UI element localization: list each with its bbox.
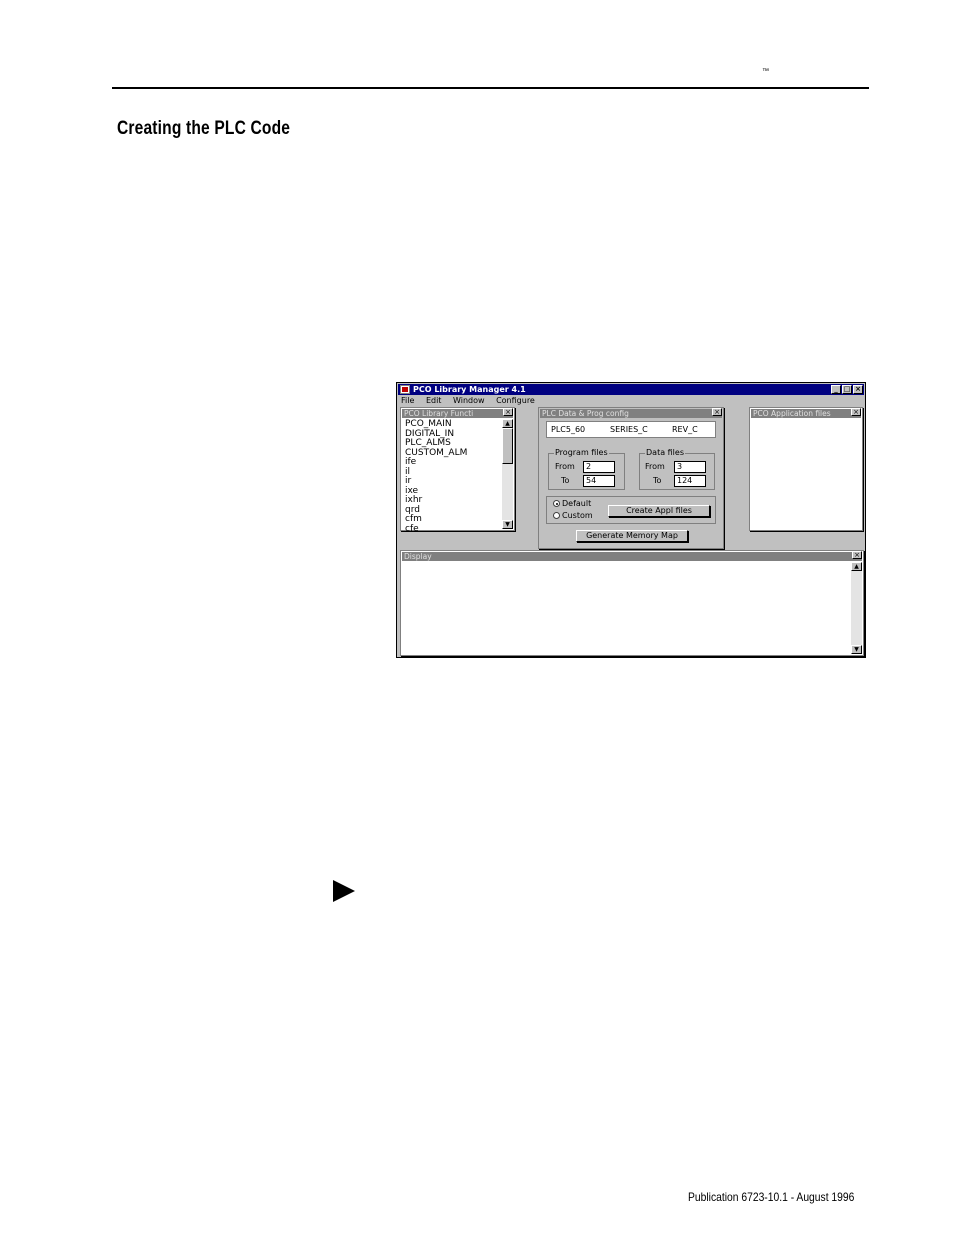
menu-edit[interactable]: Edit: [426, 396, 442, 405]
app-icon[interactable]: [400, 385, 410, 394]
radio-default[interactable]: Default: [553, 499, 591, 509]
app-files-close-icon[interactable]: ×: [851, 408, 861, 416]
program-files-group: Program files From 2 To 54: [548, 448, 625, 490]
display-scrollbar[interactable]: ▲ ▼: [851, 562, 862, 654]
program-to-field[interactable]: 54: [583, 475, 615, 487]
program-from-label: From: [555, 462, 575, 471]
scroll-up-icon[interactable]: ▲: [851, 562, 862, 571]
plc-model: PLC5_60: [551, 425, 586, 434]
list-item[interactable]: CUSTOM_ALM: [405, 448, 501, 459]
data-files-legend: Data files: [645, 448, 685, 458]
display-close-icon[interactable]: ×: [852, 551, 862, 559]
program-to-label: To: [561, 476, 570, 485]
close-icon[interactable]: ×: [853, 385, 863, 394]
menu-window[interactable]: Window: [453, 396, 485, 405]
create-appl-files-button[interactable]: Create Appl files: [608, 505, 710, 517]
app-files-panel-title: PCO Application files: [751, 409, 861, 418]
scroll-up-icon[interactable]: ▲: [502, 419, 513, 428]
data-to-label: To: [653, 476, 662, 485]
section-title: Creating the PLC Code: [117, 118, 291, 139]
radio-custom[interactable]: Custom: [553, 511, 593, 521]
header-rule: [112, 87, 869, 89]
radio-empty-icon: [553, 512, 560, 519]
plc-info-row: PLC5_60 SERIES_C REV_C: [546, 421, 716, 438]
data-to-field[interactable]: 124: [674, 475, 706, 487]
maximize-icon[interactable]: □: [842, 385, 852, 394]
data-from-label: From: [645, 462, 665, 471]
library-panel-title: PCO Library Functi: [402, 409, 513, 418]
generate-memory-map-button[interactable]: Generate Memory Map: [576, 530, 688, 542]
data-files-group: Data files From 3 To 124: [639, 448, 715, 490]
data-from-field[interactable]: 3: [674, 461, 706, 473]
config-close-icon[interactable]: ×: [712, 408, 722, 416]
library-panel: PCO Library Functi × PCO_MAIN DIGITAL_IN…: [400, 407, 515, 535]
publication-footer: Publication 6723-10.1 - August 1996: [688, 1190, 855, 1204]
app-title-bar[interactable]: PCO Library Manager 4.1 _ □ ×: [398, 384, 864, 395]
menu-file[interactable]: File: [401, 396, 414, 405]
scroll-down-icon[interactable]: ▼: [851, 645, 862, 654]
app-title: PCO Library Manager 4.1: [413, 385, 526, 394]
plc-revision: REV_C: [672, 425, 698, 434]
note-arrow-icon: [333, 880, 355, 902]
display-panel: Display × ▲ ▼: [400, 550, 864, 656]
menu-bar: File Edit Window Configure: [401, 396, 544, 406]
plc-series: SERIES_C: [610, 425, 648, 434]
program-from-field[interactable]: 2: [583, 461, 615, 473]
program-files-legend: Program files: [554, 448, 609, 458]
scroll-down-icon[interactable]: ▼: [502, 520, 513, 529]
scroll-thumb[interactable]: [502, 428, 513, 464]
app-files-panel: PCO Application files ×: [749, 407, 863, 531]
mode-group: Default Custom Create Appl files: [546, 496, 716, 524]
menu-configure[interactable]: Configure: [496, 396, 535, 405]
list-item[interactable]: ir: [405, 476, 501, 487]
list-item[interactable]: cfe: [405, 524, 501, 535]
config-panel-title: PLC Data & Prog config: [540, 409, 722, 418]
radio-selected-icon: [553, 500, 560, 507]
trademark-symbol: ™: [762, 68, 769, 75]
list-item[interactable]: cfm: [405, 514, 501, 525]
library-list: PCO_MAIN DIGITAL_IN PLC_ALMS CUSTOM_ALM …: [405, 419, 501, 535]
library-close-icon[interactable]: ×: [503, 408, 513, 416]
app-window: PCO Library Manager 4.1 _ □ × File Edit …: [396, 382, 866, 658]
list-item[interactable]: il: [405, 467, 501, 478]
library-scrollbar[interactable]: ▲ ▼: [502, 419, 513, 529]
minimize-icon[interactable]: _: [831, 385, 841, 394]
config-panel: PLC Data & Prog config × PLC5_60 SERIES_…: [538, 407, 724, 549]
list-item[interactable]: ife: [405, 457, 501, 468]
display-panel-title: Display: [402, 552, 862, 561]
